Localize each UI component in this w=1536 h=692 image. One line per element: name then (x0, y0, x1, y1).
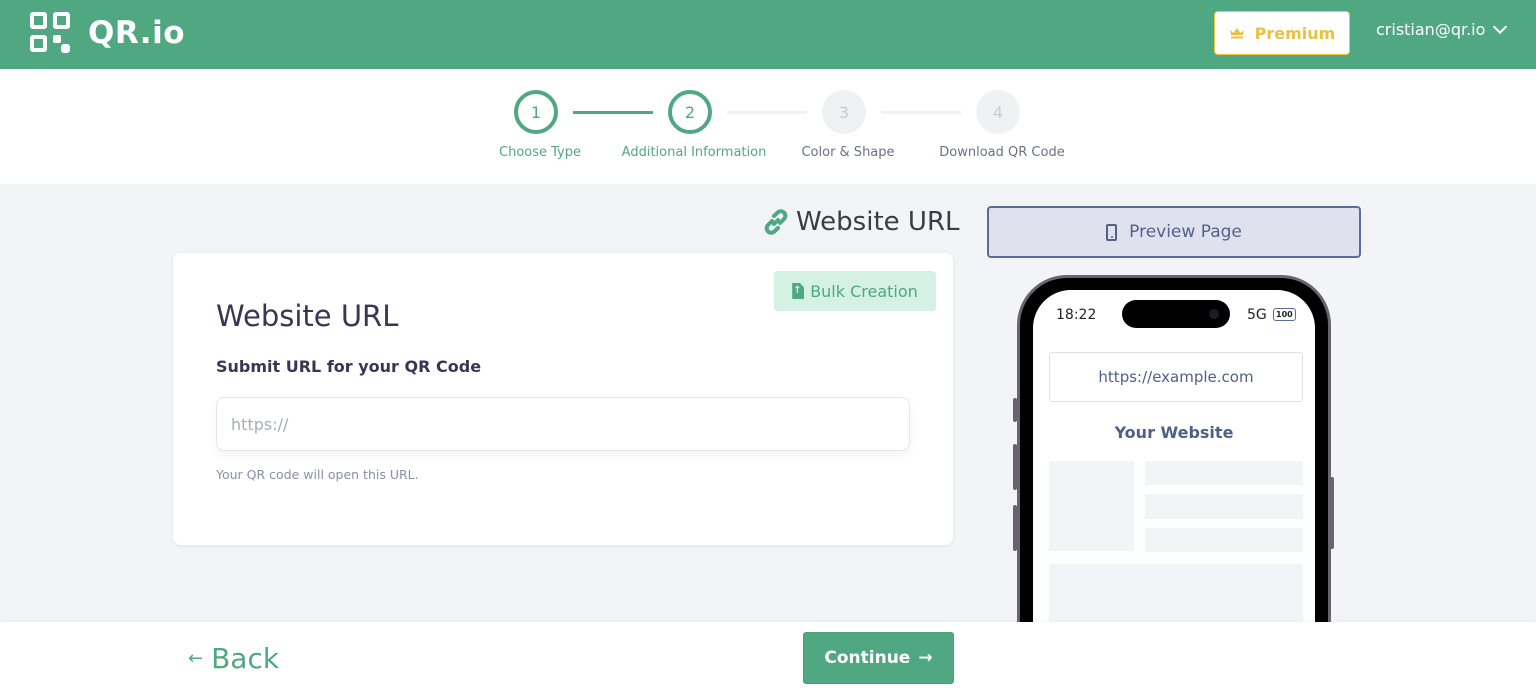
url-field-label: Submit URL for your QR Code (216, 357, 482, 376)
back-button[interactable]: ← Back (188, 642, 279, 675)
step-number: 2 (684, 102, 696, 122)
step-connector (573, 111, 653, 114)
card-title: Website URL (216, 299, 399, 333)
section-title-text: Website URL (796, 207, 960, 237)
phone-preview: 18:22 5G 100 https://example.com Your We… (1017, 275, 1331, 675)
preview-page-button[interactable]: Preview Page (987, 206, 1361, 258)
battery-icon: 100 (1273, 308, 1296, 321)
step-connector (881, 111, 961, 114)
file-upload-icon (792, 283, 805, 299)
url-hint: Your QR code will open this URL. (216, 467, 419, 482)
step-1-circle[interactable]: 1 (514, 90, 558, 134)
step-connector (727, 111, 807, 114)
footer-bar: ← Back Continue → (0, 622, 1536, 692)
phone-screen: 18:22 5G 100 https://example.com Your We… (1033, 290, 1315, 670)
preview-label: Preview Page (1129, 222, 1242, 242)
bulk-label: Bulk Creation (810, 281, 918, 301)
mobile-phone-icon (1106, 223, 1118, 241)
user-email: cristian@qr.io (1376, 20, 1486, 39)
phone-time: 18:22 (1056, 307, 1097, 323)
placeholder-image (1049, 461, 1134, 551)
logo[interactable]: QR.io (30, 12, 185, 54)
crown-icon (1229, 28, 1244, 39)
phone-signal: 5G (1247, 307, 1267, 323)
arrow-left-icon: ← (188, 648, 204, 669)
placeholder-line (1145, 494, 1303, 519)
premium-label: Premium (1254, 23, 1336, 43)
top-header: QR.io Premium cristian@qr.io (0, 0, 1536, 69)
step-2-circle[interactable]: 2 (668, 90, 712, 134)
step-number: 4 (992, 102, 1004, 122)
phone-address-bar: https://example.com (1049, 352, 1303, 402)
step-3-circle: 3 (822, 90, 866, 134)
step-4-label: Download QR Code (939, 145, 1065, 160)
bulk-creation-button[interactable]: Bulk Creation (774, 271, 936, 311)
phone-site-title: Your Website (1114, 423, 1234, 442)
premium-button[interactable]: Premium (1214, 11, 1350, 55)
brand-name: QR.io (88, 15, 185, 51)
user-menu[interactable]: cristian@qr.io (1376, 19, 1508, 39)
dynamic-island (1122, 300, 1230, 328)
placeholder-line (1145, 528, 1303, 552)
section-title: Website URL (762, 207, 960, 237)
step-number: 1 (530, 102, 542, 122)
progress-stepper: 1 2 3 4 Choose Type Additional Informati… (0, 69, 1536, 184)
link-icon (764, 209, 788, 235)
website-url-card: Bulk Creation Website URL Submit URL for… (173, 253, 953, 545)
arrow-right-icon: → (918, 648, 933, 668)
qr-logo-icon (30, 12, 70, 54)
chevron-down-icon (1493, 19, 1508, 34)
url-input[interactable] (216, 397, 910, 451)
back-label: Back (211, 642, 280, 675)
continue-button[interactable]: Continue → (803, 632, 954, 684)
step-number: 3 (838, 102, 850, 122)
step-4-circle: 4 (976, 90, 1020, 134)
continue-label: Continue (824, 648, 911, 668)
placeholder-line (1145, 461, 1303, 485)
